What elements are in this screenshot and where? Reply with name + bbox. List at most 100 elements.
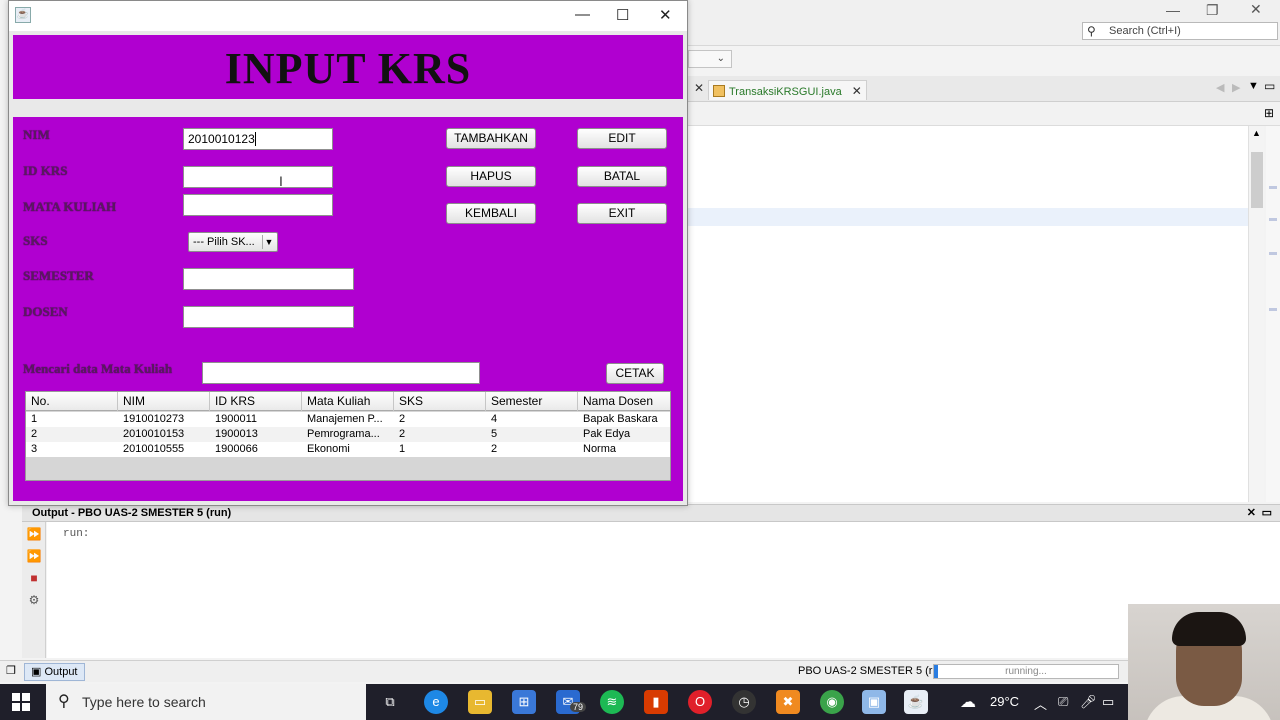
output-tab-icon: ▣ xyxy=(31,666,42,678)
column-header[interactable]: SKS xyxy=(394,392,486,411)
restore-window-icon[interactable]: ❐ xyxy=(6,664,16,677)
chrome-icon[interactable]: ◉ xyxy=(820,690,844,714)
network-icon[interactable]: ▭ xyxy=(1102,694,1114,710)
xampp-icon[interactable]: ✖ xyxy=(776,690,800,714)
nim-field[interactable]: 2010010123 xyxy=(183,128,333,150)
maximize-icon[interactable]: ☐ xyxy=(616,6,629,24)
column-header[interactable]: ID KRS xyxy=(210,392,302,411)
minimize-icon[interactable]: — xyxy=(575,6,590,23)
mata-kuliah-label: MATA KULIAH xyxy=(23,199,117,214)
output-tab-label: Output xyxy=(44,666,78,678)
minimize-icon[interactable]: — xyxy=(1166,2,1180,18)
table-cell: 3 xyxy=(31,443,38,455)
settings-icon[interactable]: ⚙ xyxy=(26,592,42,608)
tray-chevron-icon[interactable]: ︿ xyxy=(1034,694,1047,713)
close-icon[interactable]: ✕ xyxy=(659,6,672,24)
cetak-button[interactable]: CETAK xyxy=(606,363,664,384)
store-icon[interactable]: ⊞ xyxy=(512,690,536,714)
tab-transaksi-krs-gui[interactable]: TransaksiKRSGUI.java ✕ xyxy=(708,80,867,100)
column-header[interactable]: NIM xyxy=(118,392,210,411)
weather-icon[interactable]: ☁ xyxy=(960,692,976,712)
table-row[interactable]: 2 2010010153 1900013 Pemrograma... 2 5 P… xyxy=(26,427,670,442)
search-input[interactable] xyxy=(202,362,480,384)
editor-scrollbar[interactable]: ▲ xyxy=(1248,126,1264,502)
cube-app-icon[interactable]: ▣ xyxy=(862,690,886,714)
restore-icon[interactable]: ❐ xyxy=(1206,2,1219,19)
nim-value: 2010010123 xyxy=(188,132,255,146)
table-cell: 2 xyxy=(31,428,38,440)
column-header[interactable]: Nama Dosen xyxy=(578,392,670,411)
office-icon[interactable]: ▮ xyxy=(644,690,668,714)
close-tab-icon[interactable]: ✕ xyxy=(694,81,704,95)
edit-button[interactable]: EDIT xyxy=(577,128,667,149)
table-cell: 2010010153 xyxy=(123,428,185,440)
form-panel: NIM ID KRS MATA KULIAH SKS SEMESTER DOSE… xyxy=(13,117,683,501)
table-cell: 1900066 xyxy=(215,443,258,455)
tambahkan-button[interactable]: TAMBAHKAN xyxy=(446,128,536,149)
mail-badge: 79 xyxy=(570,702,587,712)
input-krs-window: ☕ — ☐ ✕ INPUT KRS NIM ID KRS MATA KULIAH… xyxy=(8,0,688,506)
id-krs-field[interactable] xyxy=(183,166,333,188)
scrollbar-thumb[interactable] xyxy=(1251,152,1263,208)
close-icon[interactable]: ✕ xyxy=(852,84,862,98)
column-header[interactable]: Mata Kuliah xyxy=(302,392,394,411)
tab-scroll-right-icon[interactable]: ▶ xyxy=(1232,81,1240,94)
ide-config-combo[interactable]: ⌄ xyxy=(688,50,732,68)
stop-icon[interactable]: ■ xyxy=(26,570,42,586)
close-icon[interactable]: ✕ xyxy=(1250,1,1262,18)
tab-scroll-left-icon[interactable]: ◀ xyxy=(1216,81,1224,94)
split-icon[interactable]: ⊞ xyxy=(1264,106,1274,120)
search-icon: ⚲ xyxy=(58,693,70,710)
semester-field[interactable] xyxy=(183,268,354,290)
output-tab[interactable]: ▣ Output xyxy=(24,663,85,681)
task-view-icon[interactable]: ⧉ xyxy=(378,690,402,714)
progress-bar: running... xyxy=(933,664,1119,679)
editor-tabbar: ✕ TransaksiKRSGUI.java ✕ ◀ ▶ ▼ ▭ xyxy=(688,76,1280,102)
table-cell: 4 xyxy=(491,413,498,425)
rerun-options-icon[interactable]: ⏩ xyxy=(26,548,42,564)
microphone-icon[interactable]: 🎤︎ xyxy=(1080,694,1097,710)
taskbar-search-input[interactable]: ⚲ Type here to search xyxy=(46,684,366,720)
tray-device-icon[interactable]: ⎚ xyxy=(1058,694,1068,710)
window-titlebar[interactable]: ☕ — ☐ ✕ xyxy=(9,1,687,31)
minimize-panel-icon[interactable]: ▭ xyxy=(1262,505,1272,521)
hapus-button[interactable]: HAPUS xyxy=(446,166,536,187)
file-explorer-icon[interactable]: ▭ xyxy=(468,690,492,714)
start-button[interactable] xyxy=(12,693,30,711)
table-row[interactable]: 3 2010010555 1900066 Ekonomi 1 2 Norma xyxy=(26,442,670,457)
java-app-icon[interactable]: ☕ xyxy=(904,690,928,714)
chevron-down-icon[interactable]: ▼ xyxy=(262,235,275,249)
mata-kuliah-field[interactable] xyxy=(183,194,333,216)
scroll-up-icon[interactable]: ▲ xyxy=(1252,128,1261,138)
weather-temperature[interactable]: 29°C xyxy=(990,694,1019,709)
column-header[interactable]: Semester xyxy=(486,392,578,411)
spotify-icon[interactable]: ≋ xyxy=(600,690,624,714)
clock-app-icon[interactable]: ◷ xyxy=(732,690,756,714)
krs-table[interactable]: No. NIM ID KRS Mata Kuliah SKS Semester … xyxy=(25,391,671,481)
output-console[interactable]: run: xyxy=(47,522,1280,658)
tab-list-icon[interactable]: ▼ xyxy=(1248,80,1259,92)
column-header[interactable]: No. xyxy=(26,392,118,411)
kembali-button[interactable]: KEMBALI xyxy=(446,203,536,224)
table-cell: 1900011 xyxy=(215,413,258,425)
edge-icon[interactable]: e xyxy=(424,690,448,714)
table-cell: Pak Edya xyxy=(583,428,631,440)
java-file-icon xyxy=(713,85,725,97)
form-header: INPUT KRS xyxy=(13,35,683,99)
exit-button[interactable]: EXIT xyxy=(577,203,667,224)
table-row[interactable]: 1 1910010273 1900011 Manajemen P... 2 4 … xyxy=(26,412,670,427)
rerun-icon[interactable]: ⏩ xyxy=(26,526,42,542)
batal-button[interactable]: BATAL xyxy=(577,166,667,187)
maximize-icon[interactable]: ▭ xyxy=(1264,79,1275,93)
dosen-field[interactable] xyxy=(183,306,354,328)
id-krs-label: ID KRS xyxy=(23,163,68,178)
output-text: run: xyxy=(63,528,90,540)
sks-select[interactable]: --- Pilih SK... ▼ xyxy=(188,232,278,252)
table-cell: Pemrograma... xyxy=(307,428,380,440)
opera-icon[interactable]: O xyxy=(688,690,712,714)
close-icon[interactable]: ✕ xyxy=(1247,505,1256,521)
ide-search-input[interactable]: ⚲ Search (Ctrl+I) xyxy=(1082,22,1278,40)
page-title: INPUT KRS xyxy=(224,44,472,93)
status-bar: ❐ ▣ Output PBO UAS-2 SMESTER 5 (run) run… xyxy=(0,660,1280,682)
code-editor[interactable] xyxy=(688,126,1248,502)
